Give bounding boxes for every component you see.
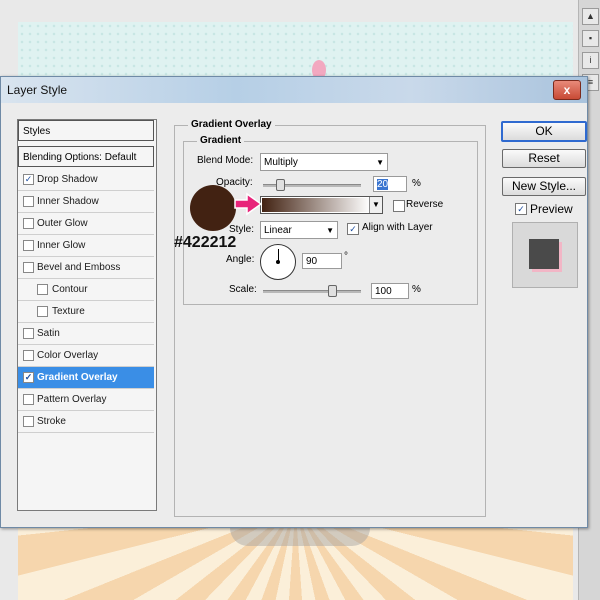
group-title: Gradient (197, 135, 245, 146)
chevron-down-icon: ▼ (376, 158, 384, 167)
style-item-label: Bevel and Emboss (37, 262, 121, 273)
style-item-label: Satin (37, 328, 60, 339)
canvas-shadow (230, 528, 370, 546)
style-item[interactable]: ✓ Drop Shadow (18, 169, 154, 191)
angle-input[interactable]: 90 (302, 253, 342, 269)
angle-label: Angle: (226, 254, 255, 265)
scale-slider[interactable] (263, 290, 361, 293)
style-item[interactable]: Color Overlay (18, 345, 154, 367)
style-item-label: Contour (52, 284, 88, 295)
reverse-checkbox[interactable] (393, 200, 405, 212)
style-item-checkbox[interactable] (23, 328, 34, 339)
new-style-button[interactable]: New Style... (502, 177, 586, 196)
style-item-checkbox[interactable] (23, 416, 34, 427)
style-item-label: Outer Glow (37, 218, 88, 229)
color-hex-label: #422212 (174, 234, 237, 251)
styles-list: Styles Blending Options: Default ✓ Drop S… (17, 119, 157, 511)
style-item[interactable]: Contour (18, 279, 154, 301)
style-item[interactable]: Bevel and Emboss (18, 257, 154, 279)
scale-unit: % (412, 284, 421, 295)
style-item-checkbox[interactable] (37, 284, 48, 295)
style-item-label: Stroke (37, 416, 66, 427)
angle-dial[interactable] (260, 244, 296, 280)
preview-label: Preview (530, 202, 573, 216)
style-item-checkbox[interactable] (23, 240, 34, 251)
gradient-preview (262, 198, 370, 212)
style-item-label: Inner Shadow (37, 196, 99, 207)
angle-value: 90 (306, 256, 318, 267)
scale-slider-thumb[interactable] (328, 285, 338, 297)
blend-mode-select[interactable]: Multiply ▼ (260, 153, 388, 171)
style-item-label: Inner Glow (37, 240, 86, 251)
style-item-checkbox[interactable] (37, 306, 48, 317)
dialog-title: Layer Style (7, 83, 68, 97)
gradient-picker[interactable]: ▼ (260, 196, 383, 214)
style-item[interactable]: Satin (18, 323, 154, 345)
styles-header[interactable]: Styles (18, 120, 154, 141)
scale-value: 100 (375, 286, 392, 297)
align-with-layer-label: Align with Layer (362, 222, 433, 233)
blend-mode-value: Multiply (264, 157, 298, 168)
style-item[interactable]: Stroke (18, 411, 154, 433)
opacity-input[interactable]: 20 (373, 176, 407, 192)
ok-button[interactable]: OK (501, 121, 587, 142)
canvas-pattern-top (18, 22, 573, 77)
scale-input[interactable]: 100 (371, 283, 409, 299)
style-item[interactable]: Texture (18, 301, 154, 323)
angle-center (276, 260, 280, 264)
style-item-label: Gradient Overlay (37, 372, 118, 383)
style-select[interactable]: Linear ▼ (260, 221, 338, 239)
section-title: Gradient Overlay (188, 119, 275, 130)
preview-checkbox[interactable]: ✓ (515, 203, 527, 215)
chevron-down-icon[interactable]: ▼ (369, 197, 382, 213)
style-item-label: Pattern Overlay (37, 394, 107, 405)
style-item-checkbox[interactable]: ✓ (23, 174, 34, 185)
style-item-checkbox[interactable]: ✓ (23, 372, 34, 383)
color-swatch (190, 185, 236, 231)
panel-layers-icon[interactable]: ▲ (582, 8, 599, 25)
style-item-label: Color Overlay (37, 350, 99, 361)
style-item[interactable]: Inner Glow (18, 235, 154, 257)
opacity-unit: % (412, 178, 421, 189)
style-item-label: Drop Shadow (37, 174, 98, 185)
reverse-label: Reverse (406, 199, 444, 210)
blend-mode-label: Blend Mode: (197, 155, 254, 166)
style-item[interactable]: Inner Shadow (18, 191, 154, 213)
chevron-down-icon: ▼ (326, 226, 334, 235)
close-button[interactable]: x (553, 80, 581, 100)
style-item[interactable]: Pattern Overlay (18, 389, 154, 411)
panel-image-icon[interactable]: ▪ (582, 30, 599, 47)
style-item[interactable]: ✓ Gradient Overlay (18, 367, 154, 389)
style-item[interactable]: Outer Glow (18, 213, 154, 235)
align-with-layer-checkbox[interactable]: ✓ (347, 223, 359, 235)
pointer-arrow-icon (234, 192, 263, 216)
blending-options[interactable]: Blending Options: Default (18, 146, 154, 167)
scale-label: Scale: (229, 284, 257, 295)
dialog-titlebar[interactable]: Layer Style x (1, 77, 587, 103)
preview-square (529, 239, 559, 269)
style-item-checkbox[interactable] (23, 394, 34, 405)
style-item-checkbox[interactable] (23, 350, 34, 361)
style-value: Linear (264, 225, 292, 236)
angle-unit: ° (344, 251, 348, 262)
opacity-slider-thumb[interactable] (276, 179, 286, 191)
style-item-label: Texture (52, 306, 85, 317)
reset-button[interactable]: Reset (502, 149, 586, 168)
opacity-value: 20 (377, 179, 389, 190)
style-item-checkbox[interactable] (23, 218, 34, 229)
style-item-checkbox[interactable] (23, 262, 34, 273)
layer-style-dialog: Layer Style x Styles Blending Options: D… (0, 76, 588, 528)
style-item-checkbox[interactable] (23, 196, 34, 207)
preview-thumbnail (512, 222, 578, 288)
panel-info-icon[interactable]: i (582, 52, 599, 69)
